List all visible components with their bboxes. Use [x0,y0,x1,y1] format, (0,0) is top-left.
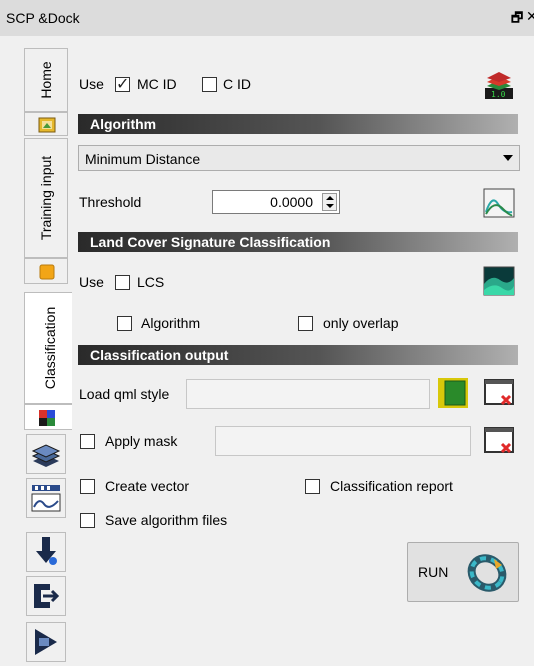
run-icon [467,554,507,592]
output-section-header: Classification output [78,345,518,365]
postprocessing-tab[interactable] [26,622,66,662]
algorithm-select-value: Minimum Distance [85,151,201,167]
float-icon[interactable]: 🗗 [511,9,523,31]
lcs-section-header: Land Cover Signature Classification [78,232,518,252]
create-vector-label: Create vector [105,478,190,494]
c-id-label: C ID [223,76,251,92]
tab-classification-label: Classification [41,306,58,390]
qml-style-field[interactable] [186,379,430,409]
lcs-plot-button[interactable] [482,264,516,298]
lcs-plot-icon [483,266,515,296]
band-set-tab[interactable] [26,434,66,474]
threshold-spin-buttons[interactable] [322,193,337,211]
reset-icon [484,379,514,406]
mc-id-label: MC ID [137,76,177,92]
postprocessing-icon [35,629,57,655]
apply-mask-label: Apply mask [105,433,178,449]
signature-thresholds-button[interactable]: 1.0 [482,68,516,102]
lcs-use-label: Use [79,274,104,290]
left-strip [0,36,22,666]
save-algorithm-files-label: Save algorithm files [105,512,228,528]
lcs-algorithm-checkbox[interactable] [117,316,132,331]
lcs-algorithm-label: Algorithm [141,315,201,331]
algorithm-header-text: Algorithm [90,116,157,132]
download-tab[interactable] [26,532,66,572]
select-qml-button[interactable] [436,376,470,410]
run-label: RUN [418,564,449,580]
reset-mask-button[interactable] [482,424,516,458]
dock-title-bar: SCP &Dock 🗗 ✕ [0,0,534,36]
spin-up-icon [326,196,334,200]
spin-down-icon [326,204,334,208]
dock-title: SCP &Dock [6,10,80,26]
threshold-label: Threshold [79,194,142,210]
apply-mask-checkbox[interactable] [80,434,95,449]
chevron-down-icon [503,155,513,161]
lcs-checkbox[interactable] [115,275,130,290]
algorithm-section-header: Algorithm [78,114,518,134]
mc-id-checkbox[interactable] [115,74,130,94]
use-label: Use [79,76,104,92]
only-overlap-checkbox[interactable] [298,316,313,331]
download-icon [36,537,57,565]
qml-style-icon [438,378,468,408]
close-icon[interactable]: ✕ [526,8,534,25]
tab-training-icon-cell[interactable] [24,258,68,284]
spectral-plot-icon [483,188,515,218]
save-algorithm-files-checkbox[interactable] [80,513,95,528]
export-icon [34,584,60,608]
algorithm-select[interactable]: Minimum Distance [78,145,520,171]
tab-training-input[interactable]: Training input [24,138,68,258]
export-tab[interactable] [26,576,66,616]
classification-icon [39,410,55,426]
reset-icon [484,427,514,454]
spectral-plot-tab[interactable] [26,478,66,518]
svg-text:1.0: 1.0 [491,90,506,99]
spectral-plot-icon [31,485,61,512]
band-set-icon [31,444,61,467]
classification-report-checkbox[interactable] [305,479,320,494]
classification-report-label: Classification report [330,478,453,494]
tab-home[interactable]: Home [24,48,68,112]
lcs-label: LCS [137,274,165,290]
mask-field[interactable] [215,426,471,456]
reset-qml-button[interactable] [482,376,516,410]
load-qml-label: Load qml style [79,386,170,402]
tab-training-input-label: Training input [38,155,54,241]
training-icon [39,264,55,280]
tab-classification[interactable]: Classification [24,292,74,404]
threshold-value: 0.0000 [270,194,313,210]
threshold-spinbox[interactable]: 0.0000 [212,190,340,214]
only-overlap-label: only overlap [323,315,399,331]
create-vector-checkbox[interactable] [80,479,95,494]
tab-home-icon-cell[interactable] [24,112,68,136]
output-header-text: Classification output [90,347,229,363]
signature-thresholds-icon: 1.0 [485,72,513,99]
home-icon [38,117,56,133]
tab-classification-icon-cell[interactable] [24,404,74,430]
tab-home-label: Home [38,61,54,99]
threshold-plot-button[interactable] [482,186,516,220]
run-button[interactable]: RUN [407,542,519,602]
lcs-header-text: Land Cover Signature Classification [90,234,331,250]
c-id-checkbox[interactable] [202,77,217,92]
